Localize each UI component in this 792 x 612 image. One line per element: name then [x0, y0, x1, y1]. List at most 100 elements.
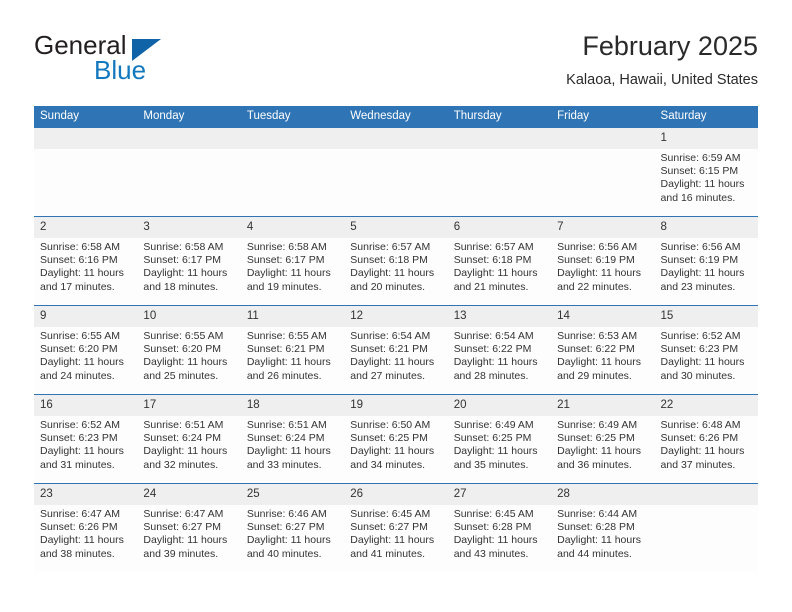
calendar-day-cell[interactable]: 12 Sunrise: 6:54 AM Sunset: 6:21 PM Dayligh…: [344, 305, 448, 395]
daylight-text: Daylight: 11 hours and 41 minutes.: [350, 534, 435, 560]
sunset-text: Sunset: 6:27 PM: [143, 521, 222, 534]
sunrise-text: Sunrise: 6:54 AM: [350, 330, 431, 342]
sunset-text: Sunset: 6:16 PM: [40, 254, 118, 267]
sunset-text: Sunset: 6:19 PM: [557, 254, 635, 267]
calendar-day-cell[interactable]: 16 Sunrise: 6:52 AM Sunset: 6:23 PM Dayligh…: [34, 394, 138, 484]
location-subtitle: Kalaoa, Hawaii, United States: [566, 72, 758, 88]
calendar-page: General Blue February 2025 Kalaoa, Hawai…: [0, 0, 792, 612]
daylight-text: Daylight: 11 hours and 32 minutes.: [143, 445, 228, 471]
day-number: 14: [551, 306, 655, 327]
calendar-day-cell[interactable]: 25 Sunrise: 6:46 AM Sunset: 6:27 PM Dayligh…: [240, 483, 345, 572]
page-header: General Blue February 2025 Kalaoa, Hawai…: [34, 30, 758, 100]
calendar-day-cell[interactable]: 4 Sunrise: 6:58 AM Sunset: 6:17 PM Daylight…: [240, 216, 345, 306]
calendar-day-cell[interactable]: 8 Sunrise: 6:56 AM Sunset: 6:19 PM Daylight…: [654, 216, 758, 306]
day-number: 18: [240, 395, 345, 416]
sunrise-text: Sunrise: 6:56 AM: [660, 241, 741, 253]
daylight-text: Daylight: 11 hours and 33 minutes.: [246, 445, 331, 471]
calendar-day-cell[interactable]: 24 Sunrise: 6:47 AM Sunset: 6:27 PM Dayligh…: [137, 483, 241, 572]
day-details: Sunrise: 6:45 AM Sunset: 6:27 PM Daylight:…: [344, 505, 447, 561]
day-number: [34, 128, 138, 149]
daylight-text: Daylight: 11 hours and 17 minutes.: [40, 267, 124, 293]
day-details: Sunrise: 6:55 AM Sunset: 6:21 PM Daylight:…: [241, 327, 344, 383]
weekday-header-monday: Monday: [137, 106, 241, 128]
daylight-text: Daylight: 11 hours and 20 minutes.: [350, 267, 435, 293]
day-details: Sunrise: 6:51 AM Sunset: 6:24 PM Daylight:…: [137, 416, 240, 472]
sunset-text: Sunset: 6:27 PM: [246, 521, 325, 534]
calendar-day-cell[interactable]: 1 Sunrise: 6:59 AM Sunset: 6:15 PM Daylight…: [654, 127, 758, 217]
sunset-text: Sunset: 6:21 PM: [350, 343, 428, 356]
calendar-day-cell[interactable]: 13 Sunrise: 6:54 AM Sunset: 6:22 PM Dayligh…: [447, 305, 552, 395]
sunrise-text: Sunrise: 6:52 AM: [660, 330, 741, 342]
day-details: Sunrise: 6:53 AM Sunset: 6:22 PM Daylight:…: [551, 327, 654, 383]
calendar-day-cell[interactable]: 26 Sunrise: 6:45 AM Sunset: 6:27 PM Dayligh…: [344, 483, 448, 572]
day-number: [654, 484, 758, 505]
calendar-day-cell[interactable]: 7 Sunrise: 6:56 AM Sunset: 6:19 PM Daylight…: [551, 216, 655, 306]
sunset-text: Sunset: 6:20 PM: [40, 343, 118, 356]
weekday-header-wednesday: Wednesday: [344, 106, 448, 128]
sunset-text: Sunset: 6:18 PM: [350, 254, 428, 267]
day-details: Sunrise: 6:48 AM Sunset: 6:26 PM Daylight:…: [655, 416, 758, 472]
weekday-header-thursday: Thursday: [447, 106, 552, 128]
brand-logo[interactable]: General Blue: [34, 30, 254, 92]
calendar-day-cell[interactable]: 20 Sunrise: 6:49 AM Sunset: 6:25 PM Dayligh…: [447, 394, 552, 484]
brand-name-blue: Blue: [94, 55, 147, 85]
calendar-empty-cell: [137, 127, 241, 217]
calendar-day-cell[interactable]: 18 Sunrise: 6:51 AM Sunset: 6:24 PM Dayligh…: [240, 394, 345, 484]
daylight-text: Daylight: 11 hours and 24 minutes.: [40, 356, 124, 382]
sunrise-text: Sunrise: 6:48 AM: [660, 419, 741, 431]
sunrise-text: Sunrise: 6:54 AM: [453, 330, 534, 342]
day-number: 2: [34, 217, 138, 238]
sunrise-text: Sunrise: 6:57 AM: [350, 241, 431, 253]
calendar-day-cell[interactable]: 21 Sunrise: 6:49 AM Sunset: 6:25 PM Dayligh…: [551, 394, 655, 484]
day-details: Sunrise: 6:46 AM Sunset: 6:27 PM Daylight:…: [241, 505, 344, 561]
calendar-day-cell[interactable]: 27 Sunrise: 6:45 AM Sunset: 6:28 PM Dayligh…: [447, 483, 552, 572]
daylight-text: Daylight: 11 hours and 29 minutes.: [557, 356, 641, 382]
day-details: Sunrise: 6:57 AM Sunset: 6:18 PM Daylight:…: [448, 238, 551, 294]
calendar-week-row: 1 Sunrise: 6:59 AM Sunset: 6:15 PM Daylight…: [34, 127, 758, 217]
calendar-day-cell[interactable]: 19 Sunrise: 6:50 AM Sunset: 6:25 PM Dayligh…: [344, 394, 448, 484]
calendar-week-row: 9 Sunrise: 6:55 AM Sunset: 6:20 PM Daylight…: [34, 305, 758, 395]
calendar-empty-cell: [344, 127, 448, 217]
calendar-day-cell[interactable]: 3 Sunrise: 6:58 AM Sunset: 6:17 PM Daylight…: [137, 216, 241, 306]
sunrise-text: Sunrise: 6:50 AM: [350, 419, 431, 431]
calendar-day-cell[interactable]: 6 Sunrise: 6:57 AM Sunset: 6:18 PM Daylight…: [447, 216, 552, 306]
daylight-text: Daylight: 11 hours and 35 minutes.: [453, 445, 538, 471]
daylight-text: Daylight: 11 hours and 36 minutes.: [557, 445, 641, 471]
day-details: Sunrise: 6:44 AM Sunset: 6:28 PM Daylight:…: [551, 505, 654, 561]
calendar-day-cell[interactable]: 17 Sunrise: 6:51 AM Sunset: 6:24 PM Dayligh…: [137, 394, 241, 484]
sunset-text: Sunset: 6:26 PM: [660, 432, 739, 445]
sunrise-text: Sunrise: 6:53 AM: [557, 330, 638, 342]
sunset-text: Sunset: 6:17 PM: [246, 254, 325, 267]
sunrise-text: Sunrise: 6:45 AM: [453, 508, 534, 520]
day-details: Sunrise: 6:54 AM Sunset: 6:21 PM Daylight:…: [344, 327, 447, 383]
calendar-day-cell[interactable]: 10 Sunrise: 6:55 AM Sunset: 6:20 PM Dayligh…: [137, 305, 241, 395]
sunset-text: Sunset: 6:28 PM: [453, 521, 532, 534]
daylight-text: Daylight: 11 hours and 40 minutes.: [246, 534, 331, 560]
calendar-day-cell[interactable]: 5 Sunrise: 6:57 AM Sunset: 6:18 PM Daylight…: [344, 216, 448, 306]
calendar-day-cell[interactable]: 15 Sunrise: 6:52 AM Sunset: 6:23 PM Dayligh…: [654, 305, 758, 395]
day-details: Sunrise: 6:49 AM Sunset: 6:25 PM Daylight:…: [551, 416, 654, 472]
daylight-text: Daylight: 11 hours and 23 minutes.: [660, 267, 745, 293]
weekday-header-saturday: Saturday: [654, 106, 758, 128]
daylight-text: Daylight: 11 hours and 44 minutes.: [557, 534, 641, 560]
calendar-day-cell[interactable]: 14 Sunrise: 6:53 AM Sunset: 6:22 PM Dayligh…: [551, 305, 655, 395]
sunrise-text: Sunrise: 6:44 AM: [557, 508, 638, 520]
calendar-day-cell[interactable]: 23 Sunrise: 6:47 AM Sunset: 6:26 PM Dayligh…: [34, 483, 138, 572]
sunset-text: Sunset: 6:24 PM: [246, 432, 325, 445]
day-details: Sunrise: 6:58 AM Sunset: 6:16 PM Daylight:…: [34, 238, 137, 294]
daylight-text: Daylight: 11 hours and 28 minutes.: [453, 356, 538, 382]
day-details: Sunrise: 6:49 AM Sunset: 6:25 PM Daylight:…: [448, 416, 551, 472]
sunrise-text: Sunrise: 6:45 AM: [350, 508, 431, 520]
day-number: 13: [447, 306, 552, 327]
calendar-day-cell[interactable]: 9 Sunrise: 6:55 AM Sunset: 6:20 PM Daylight…: [34, 305, 138, 395]
calendar-day-cell[interactable]: 22 Sunrise: 6:48 AM Sunset: 6:26 PM Dayligh…: [654, 394, 758, 484]
daylight-text: Daylight: 11 hours and 37 minutes.: [660, 445, 745, 471]
calendar-day-cell[interactable]: 28 Sunrise: 6:44 AM Sunset: 6:28 PM Dayligh…: [551, 483, 655, 572]
day-number: 6: [447, 217, 552, 238]
calendar-day-cell[interactable]: 11 Sunrise: 6:55 AM Sunset: 6:21 PM Dayligh…: [240, 305, 345, 395]
daylight-text: Daylight: 11 hours and 22 minutes.: [557, 267, 641, 293]
sunset-text: Sunset: 6:18 PM: [453, 254, 532, 267]
day-number: [240, 128, 345, 149]
sunset-text: Sunset: 6:19 PM: [660, 254, 739, 267]
calendar-day-cell[interactable]: 2 Sunrise: 6:58 AM Sunset: 6:16 PM Daylight…: [34, 216, 138, 306]
